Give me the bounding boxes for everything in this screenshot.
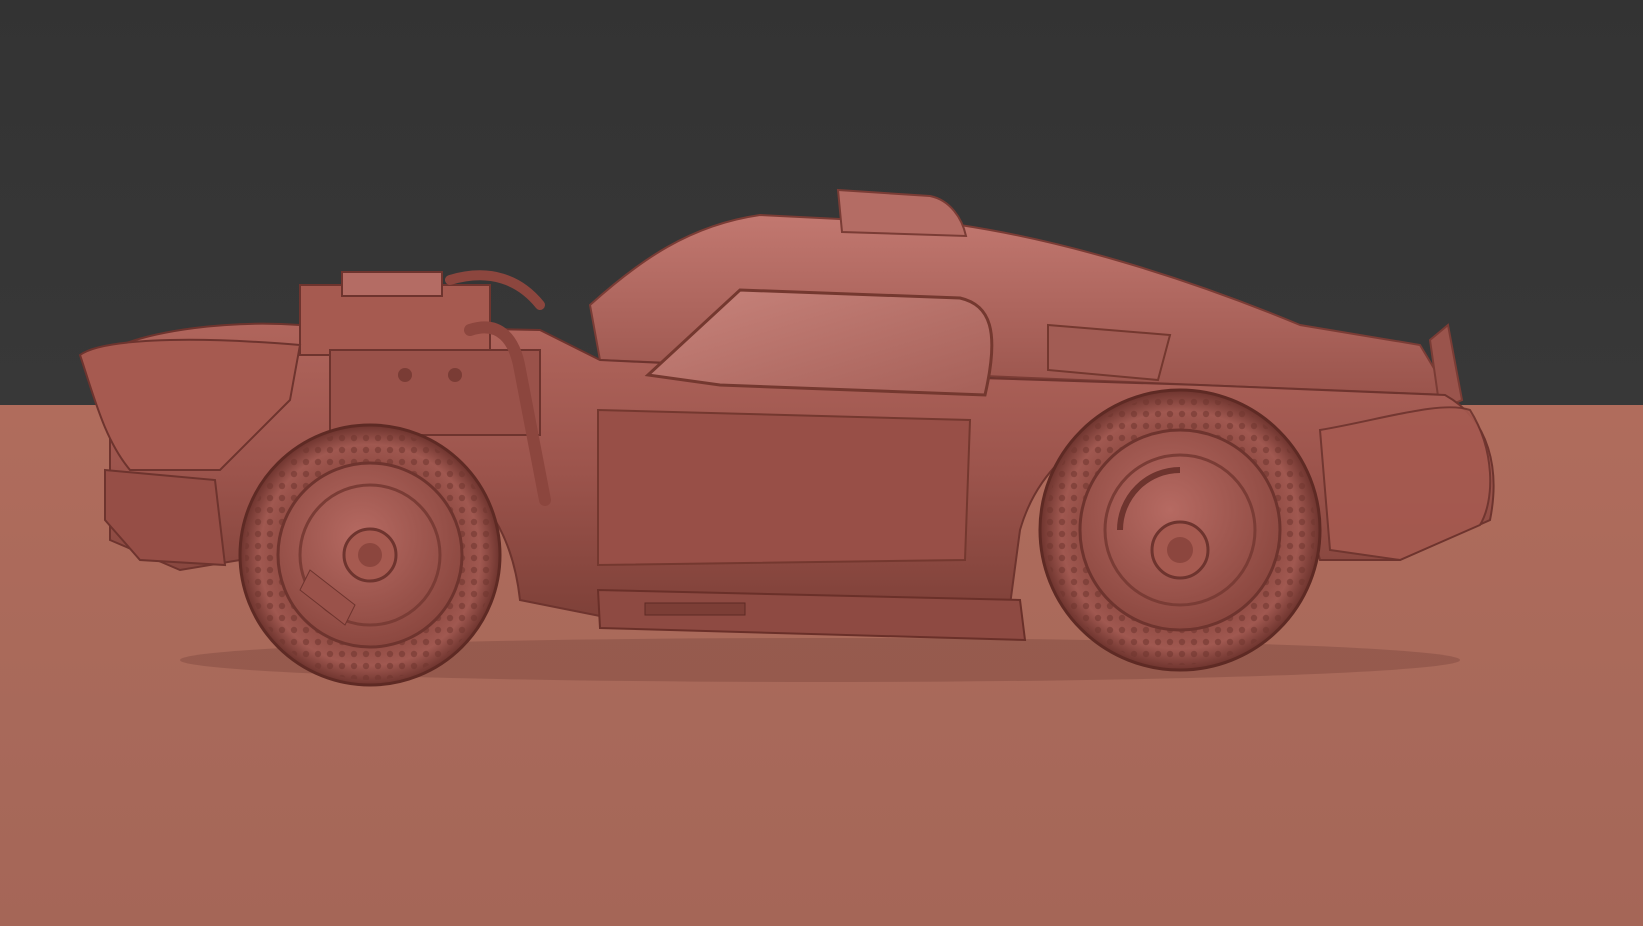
car-model[interactable] (0, 0, 1643, 926)
front-wheel (238, 423, 502, 687)
rear-quarter-window (1047, 323, 1172, 382)
front-bumper (104, 468, 227, 567)
3d-viewport[interactable] (0, 0, 1643, 926)
skirt-vent (644, 602, 746, 616)
roof-scoop (836, 188, 968, 238)
door-panel (597, 408, 972, 567)
rear-wheel (1038, 388, 1322, 672)
rear-tail (1318, 406, 1492, 562)
